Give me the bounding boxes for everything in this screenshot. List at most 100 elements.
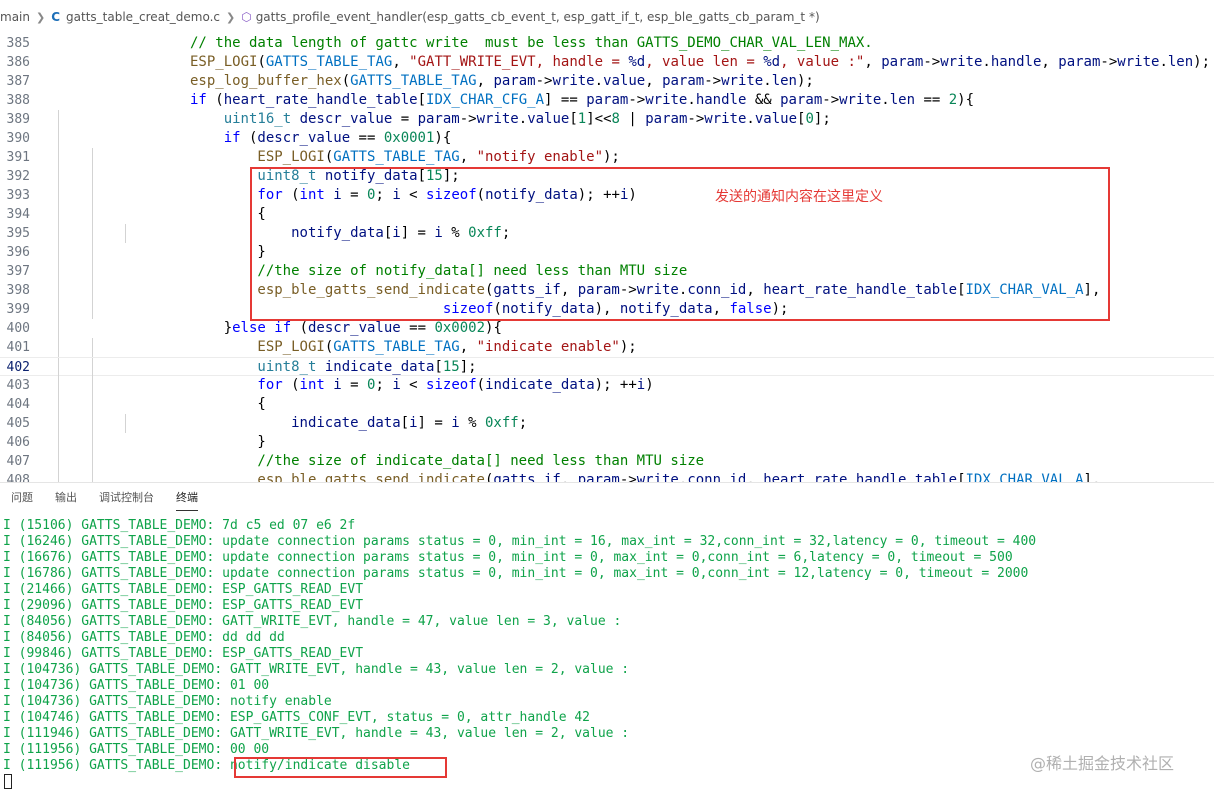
tab-problems[interactable]: 问题 xyxy=(0,483,44,513)
line-number: 408 xyxy=(6,473,30,482)
code-token: "GATT_WRITE_EVT, handle = xyxy=(409,54,629,70)
code-token: gatts_if xyxy=(493,472,561,482)
line-number: 398 xyxy=(6,283,30,298)
code-line[interactable]: 402 uint8_t indicate_data[15]; xyxy=(0,357,1214,377)
terminal-line: I (29096) GATTS_TABLE_DEMO: ESP_GATTS_RE… xyxy=(3,598,364,613)
code-token: ; xyxy=(518,415,528,431)
breadcrumb-item-symbol[interactable]: ⬡ gatts_profile_event_handler(esp_gatts_c… xyxy=(241,10,819,24)
code-token: indicate_data xyxy=(485,377,595,393)
code-token: -> xyxy=(619,472,637,482)
code-token: ){ xyxy=(957,92,975,108)
code-line[interactable]: 407 //the size of indicate_data[] need le… xyxy=(0,452,1214,471)
code-token: ]; xyxy=(459,359,477,375)
code-token: %d xyxy=(763,54,781,70)
line-number: 391 xyxy=(6,150,30,165)
indent-guide xyxy=(58,224,59,243)
indent-guide xyxy=(58,452,59,471)
code-token: ]; xyxy=(813,111,831,127)
code-token: conn_id xyxy=(687,472,747,482)
code-token: ( xyxy=(324,339,334,355)
code-line[interactable]: 387 esp_log_buffer_hex(GATTS_TABLE_TAG, p… xyxy=(0,72,1214,91)
code-token: 0xff xyxy=(485,415,519,431)
code-token: . xyxy=(746,111,755,127)
code-text: ESP_LOGI(GATTS_TABLE_TAG, "indicate enab… xyxy=(257,338,636,357)
highlight-box-notify xyxy=(250,167,1110,321)
indent-guide xyxy=(58,471,59,482)
code-text: // the data length of gattc write must b… xyxy=(190,34,873,53)
code-token: i xyxy=(409,415,418,431)
indent-guide xyxy=(91,148,93,167)
code-token: param xyxy=(493,73,536,89)
code-line[interactable]: 386 ESP_LOGI(GATTS_TABLE_TAG, "GATT_WRITE… xyxy=(0,53,1214,72)
code-token: uint8_t xyxy=(257,359,317,375)
code-token: value xyxy=(603,73,646,89)
indent-guide xyxy=(91,262,93,281)
code-token: write xyxy=(476,111,519,127)
indent-guide xyxy=(58,319,59,338)
code-line[interactable]: 391 ESP_LOGI(GATTS_TABLE_TAG, "notify ena… xyxy=(0,148,1214,167)
function-cube-icon: ⬡ xyxy=(241,10,252,24)
code-line[interactable]: 401 ESP_LOGI(GATTS_TABLE_TAG, "indicate e… xyxy=(0,338,1214,357)
code-token: == xyxy=(350,130,384,146)
line-number: 388 xyxy=(6,93,30,108)
code-token: param xyxy=(586,92,629,108)
code-text: for (int i = 0; i < sizeof(indicate_data… xyxy=(257,376,653,395)
tab-terminal[interactable]: 终端 xyxy=(165,483,209,513)
breadcrumb-folder-label: main xyxy=(0,10,30,24)
code-token: ); xyxy=(1193,54,1211,70)
code-line[interactable]: 404 { xyxy=(0,395,1214,414)
indent-guide xyxy=(91,224,93,243)
line-number: 402 xyxy=(6,360,30,375)
code-token: heart_rate_handle_table xyxy=(763,472,958,482)
watermark: @稀土掘金技术社区 xyxy=(1030,754,1175,773)
code-line[interactable]: 400}else if (descr_value == 0x0002){ xyxy=(0,319,1214,338)
code-token: i xyxy=(333,377,342,393)
line-number: 394 xyxy=(6,207,30,222)
code-token: len xyxy=(771,73,797,89)
code-line[interactable]: 403 for (int i = 0; i < sizeof(indicate_d… xyxy=(0,376,1214,395)
code-line[interactable]: 408 esp_ble_gatts_send_indicate(gatts_if,… xyxy=(0,471,1214,482)
code-line[interactable]: 389 uint16_t descr_value = param->write.v… xyxy=(0,110,1214,129)
code-line[interactable]: 388 if (heart_rate_handle_table[IDX_CHAR_… xyxy=(0,91,1214,110)
line-number: 393 xyxy=(6,188,30,203)
code-token: else if xyxy=(232,320,292,336)
code-line[interactable]: 390 if (descr_value == 0x0001){ xyxy=(0,129,1214,148)
code-token: , xyxy=(864,54,882,70)
breadcrumb-item-file[interactable]: Cgatts_table_creat_demo.c xyxy=(51,10,220,24)
indent-guide xyxy=(58,205,59,224)
code-token: [ xyxy=(417,92,427,108)
code-token: indicate_data xyxy=(324,359,435,375)
line-number: 385 xyxy=(6,36,30,51)
code-token: ( xyxy=(257,54,266,70)
code-text: if (heart_rate_handle_table[IDX_CHAR_CFG… xyxy=(190,91,974,110)
code-token: int xyxy=(299,377,325,393)
code-token: write xyxy=(721,73,764,89)
code-line[interactable]: 405 indicate_data[i] = i % 0xff; xyxy=(0,414,1214,433)
code-token: 1 xyxy=(577,111,587,127)
code-token: } xyxy=(223,320,233,336)
indent-guide xyxy=(58,414,59,433)
code-token: i xyxy=(392,377,401,393)
code-token: -> xyxy=(704,73,722,89)
line-number: 390 xyxy=(6,131,30,146)
terminal-line: I (104746) GATTS_TABLE_DEMO: ESP_GATTS_C… xyxy=(3,710,590,725)
tab-debug-console[interactable]: 调试控制台 xyxy=(88,483,165,513)
indent-guide xyxy=(91,338,93,357)
tab-output[interactable]: 输出 xyxy=(44,483,88,513)
indent-guide xyxy=(91,281,93,300)
code-token: write xyxy=(839,92,882,108)
code-token: GATTS_TABLE_TAG xyxy=(333,149,460,165)
indent-guide xyxy=(58,358,59,377)
breadcrumb-item-folder[interactable]: main xyxy=(0,10,30,24)
code-token: handle xyxy=(990,54,1042,70)
code-token: , value len = xyxy=(645,54,764,70)
code-token: ) xyxy=(645,377,654,393)
code-token: -> xyxy=(535,73,553,89)
code-token: [ xyxy=(400,415,410,431)
indent-guide xyxy=(91,205,93,224)
code-line[interactable]: 406} xyxy=(0,433,1214,452)
terminal-line: I (16786) GATTS_TABLE_DEMO: update conne… xyxy=(3,566,1029,581)
indent-guide xyxy=(91,167,93,186)
code-line[interactable]: 385 // the data length of gattc write mus… xyxy=(0,34,1214,53)
code-token: -> xyxy=(628,92,646,108)
